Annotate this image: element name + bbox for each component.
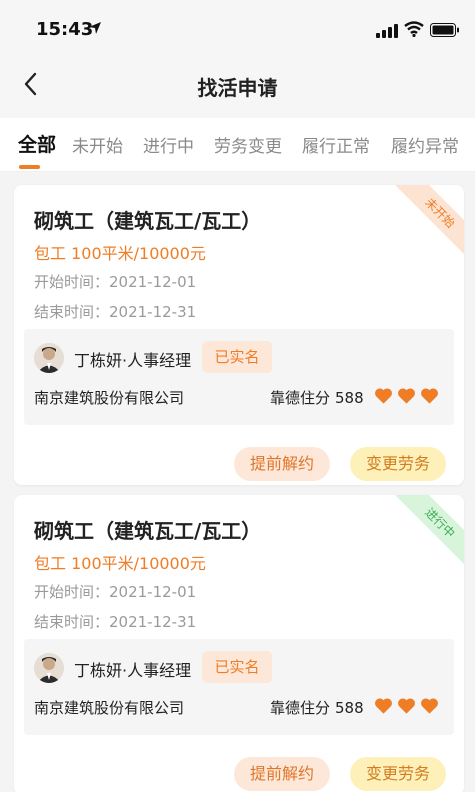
status-badge: 进行中 (389, 495, 464, 574)
heart-icon (420, 387, 439, 405)
heart-icon (420, 697, 439, 715)
navigation-bar: 找活申请 (0, 60, 475, 118)
application-card[interactable]: 进行中 砌筑工（建筑瓦工/瓦工） 包工 100平米/10000元 开始时间：20… (14, 495, 464, 792)
status-badge: 未开始 (389, 185, 464, 264)
change-labor-button[interactable]: 变更劳务 (350, 757, 446, 791)
active-tab-indicator (19, 165, 40, 169)
credit-score-value: 588 (335, 699, 364, 717)
contact-panel: 丁栋妍·人事经理 已实名 南京建筑股份有限公司 靠德住分 588 (24, 329, 454, 425)
credit-score-value: 588 (335, 389, 364, 407)
start-date: 开始时间：2021-12-01 (34, 583, 197, 601)
end-date: 结束时间：2021-12-31 (34, 303, 197, 321)
tab-bar: 全部 未开始 进行中 劳务变更 履行正常 履约异常 (0, 118, 475, 172)
job-price: 包工 100平米/10000元 (34, 244, 206, 263)
top-area: 15:43 找活申请 (0, 0, 475, 118)
contact-name: 丁栋妍·人事经理 (74, 661, 192, 680)
tab-not-started[interactable]: 未开始 (72, 132, 123, 157)
wifi-icon (404, 21, 424, 41)
heart-icon (397, 387, 416, 405)
verified-badge: 已实名 (202, 341, 272, 373)
application-card[interactable]: 未开始 砌筑工（建筑瓦工/瓦工） 包工 100平米/10000元 开始时间：20… (14, 185, 464, 485)
credit-hearts (374, 387, 439, 405)
status-bar: 15:43 (0, 0, 475, 60)
heart-icon (374, 697, 393, 715)
credit-score: 靠德住分 588 (270, 387, 364, 408)
avatar (34, 343, 64, 373)
tab-performing-normal[interactable]: 履行正常 (302, 132, 370, 157)
terminate-early-button[interactable]: 提前解约 (234, 447, 330, 481)
cellular-signal-icon (376, 23, 398, 42)
job-title: 砌筑工（建筑瓦工/瓦工） (34, 519, 262, 543)
status-time: 15:43 (36, 19, 94, 40)
start-date: 开始时间：2021-12-01 (34, 273, 197, 291)
credit-hearts (374, 697, 439, 715)
heart-icon (397, 697, 416, 715)
verified-badge: 已实名 (202, 651, 272, 683)
heart-icon (374, 387, 393, 405)
job-price: 包工 100平米/10000元 (34, 554, 206, 573)
end-date: 结束时间：2021-12-31 (34, 613, 197, 631)
credit-label: 靠德住分 (270, 699, 331, 717)
credit-label: 靠德住分 (270, 389, 331, 407)
credit-score: 靠德住分 588 (270, 697, 364, 718)
location-arrow-icon (88, 20, 102, 39)
tab-labor-change[interactable]: 劳务变更 (214, 132, 282, 157)
avatar (34, 653, 64, 683)
page-title: 找活申请 (197, 76, 278, 100)
company-name: 南京建筑股份有限公司 (34, 389, 185, 407)
job-title: 砌筑工（建筑瓦工/瓦工） (34, 209, 262, 233)
company-name: 南京建筑股份有限公司 (34, 699, 185, 717)
tab-all[interactable]: 全部 (18, 130, 56, 157)
battery-icon (430, 22, 460, 41)
terminate-early-button[interactable]: 提前解约 (234, 757, 330, 791)
change-labor-button[interactable]: 变更劳务 (350, 447, 446, 481)
tab-in-progress[interactable]: 进行中 (143, 132, 194, 157)
contact-name: 丁栋妍·人事经理 (74, 351, 192, 370)
tab-performing-abnormal[interactable]: 履约异常 (391, 132, 459, 157)
contact-panel: 丁栋妍·人事经理 已实名 南京建筑股份有限公司 靠德住分 588 (24, 639, 454, 735)
